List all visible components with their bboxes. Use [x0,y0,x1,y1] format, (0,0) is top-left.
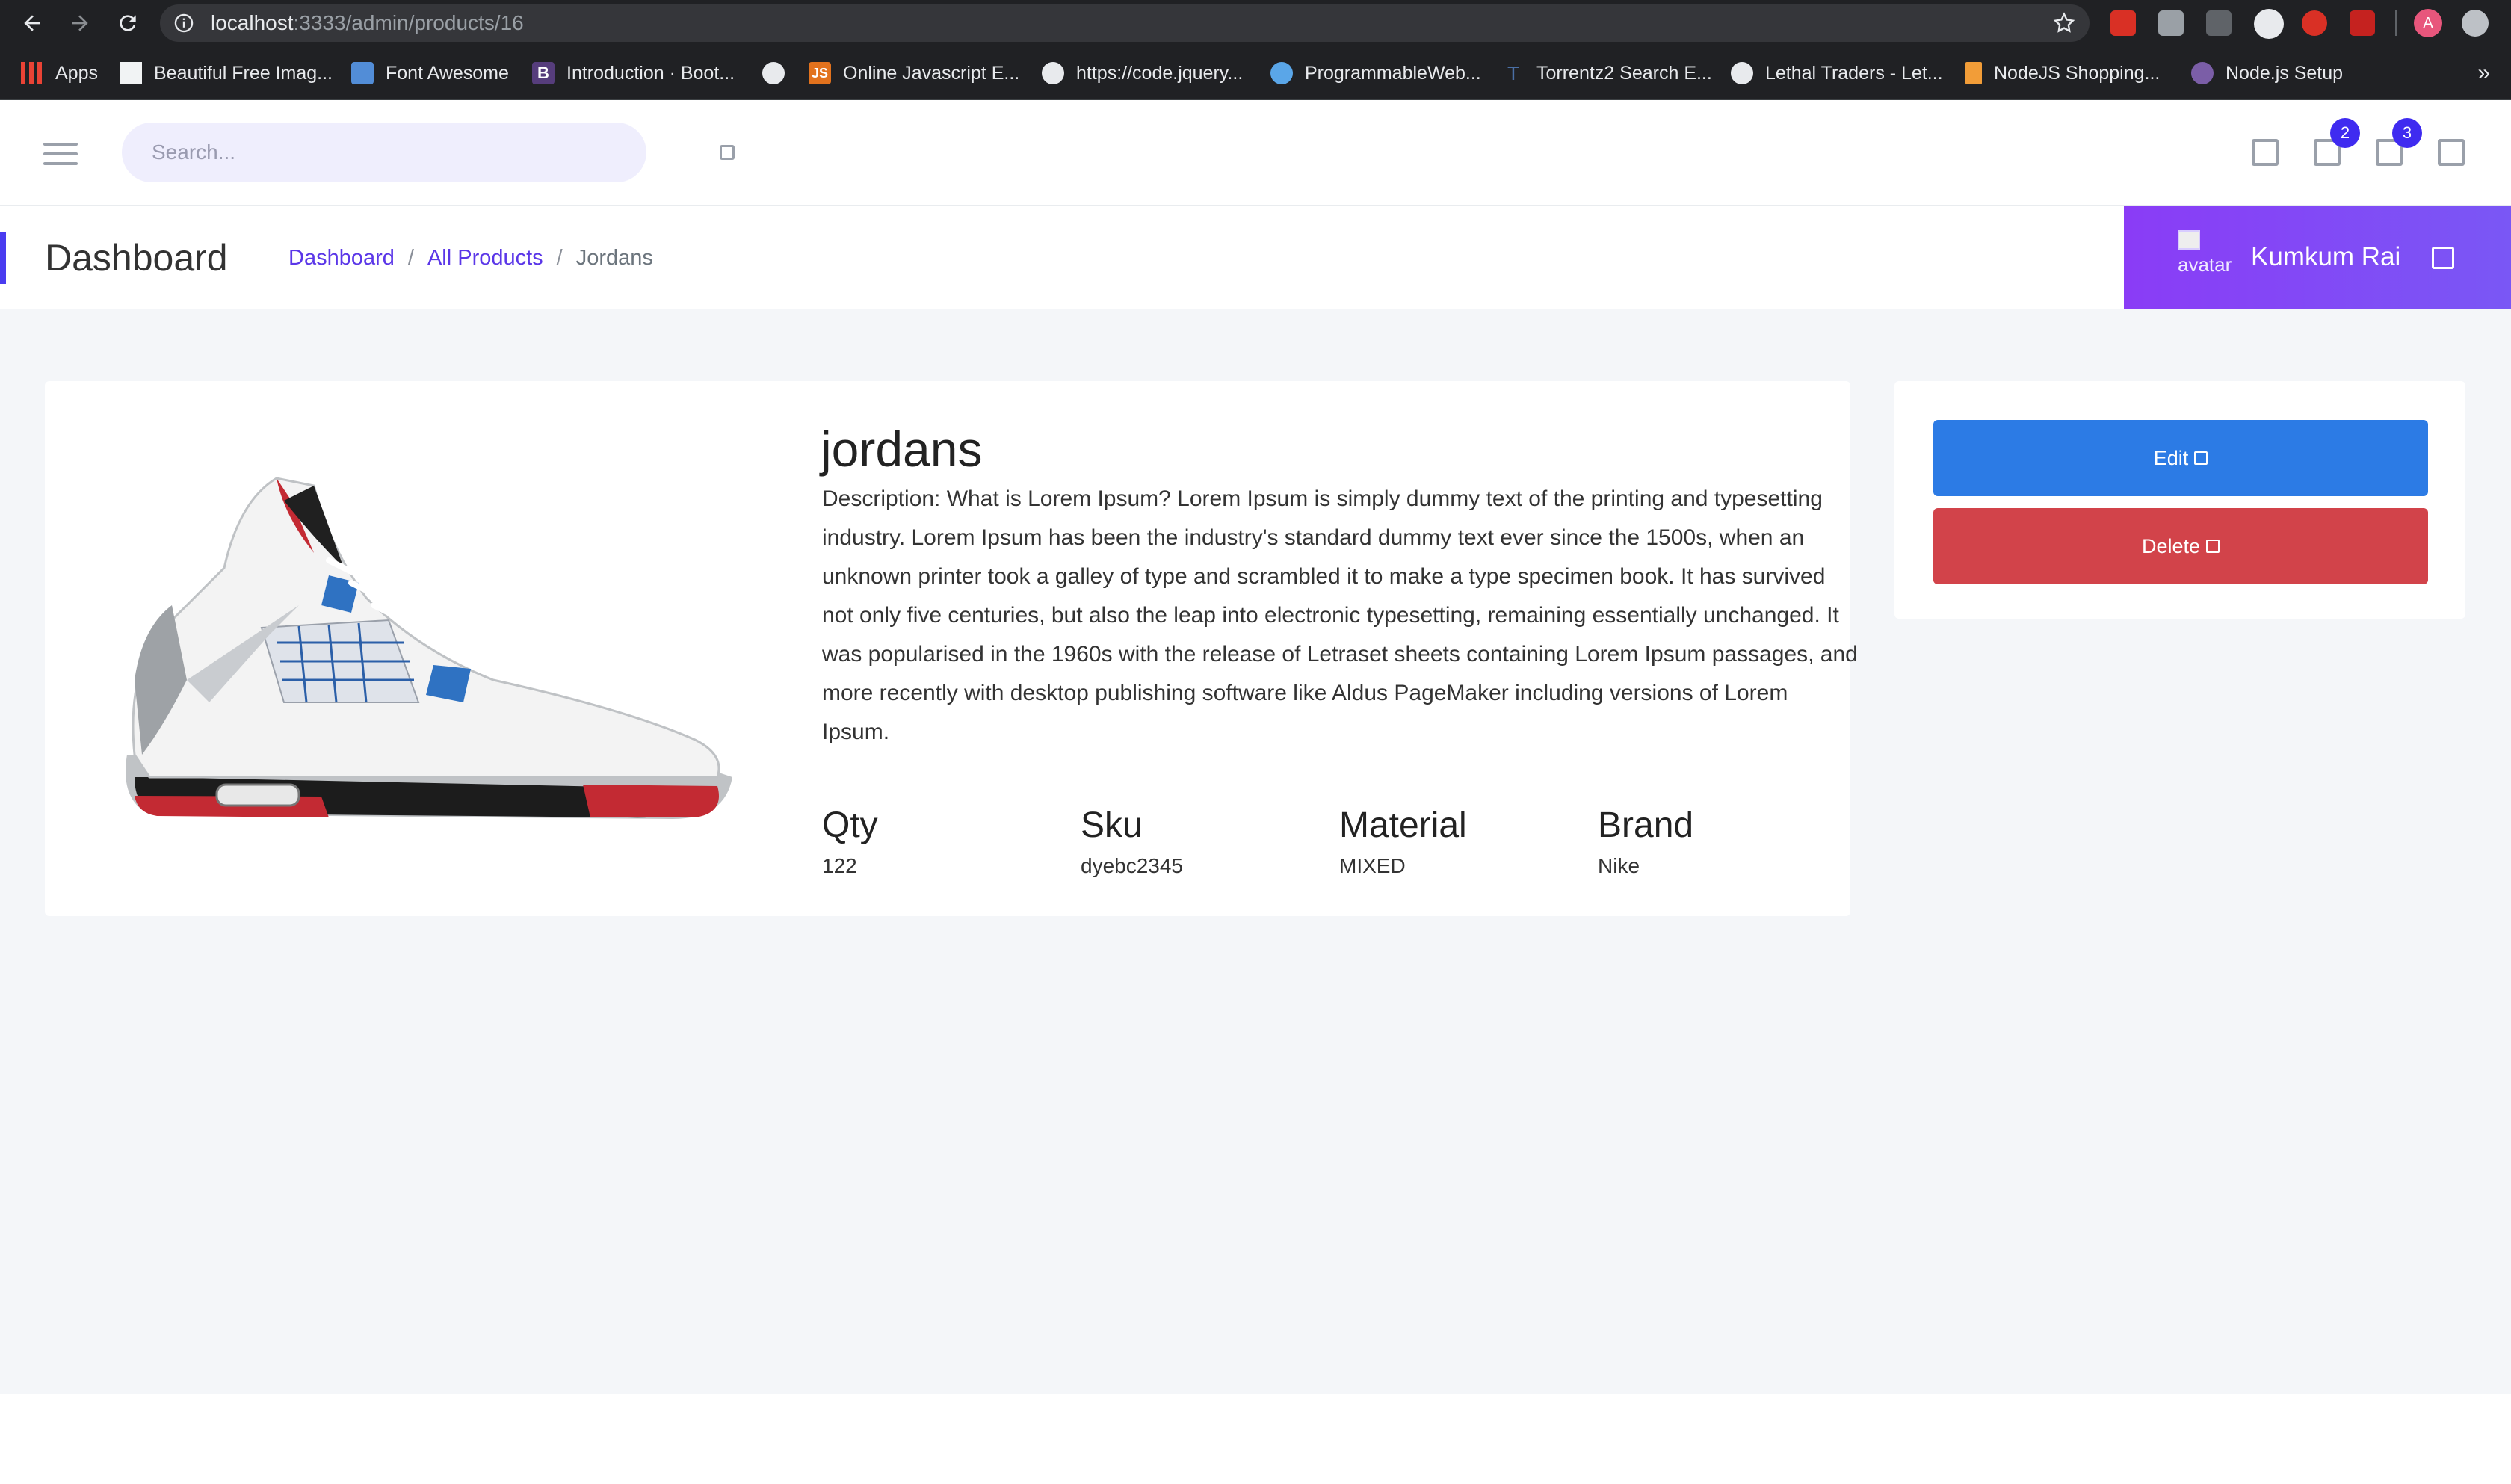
header-icon-4[interactable] [2438,139,2465,166]
breadcrumb-dashboard[interactable]: Dashboard [288,246,395,270]
user-menu[interactable]: avatar Kumkum Rai [2124,206,2511,309]
accent-bar [0,232,6,284]
bookmarks-bar: Apps Beautiful Free Imag... Font Awesome… [0,46,2511,100]
spec-qty: Qty 122 [822,800,878,880]
page-title: Dashboard [45,237,228,279]
reload-icon [120,15,136,31]
trash-icon [2206,540,2220,553]
spec-label: Sku [1081,806,1143,845]
globe-icon [762,62,785,84]
globe-icon [1042,62,1064,84]
bookmark-bootstrap[interactable]: B Introduction · Boot... [532,46,735,100]
product-description: Description: What is Lorem Ipsum? Lorem … [822,486,1858,744]
bookmark-nodejs-shopping[interactable]: NodeJS Shopping... [1965,46,2160,100]
bookmark-lethal-traders[interactable]: Lethal Traders - Let... [1731,46,1943,100]
edit-icon [2194,451,2208,465]
spec-label: Material [1339,806,1467,845]
star-icon[interactable] [2052,11,2076,35]
spec-sku: Sku dyebc2345 [1081,800,1183,880]
torrentz-icon: T [1507,62,1519,84]
gear-icon [1270,62,1293,84]
extension-icon[interactable] [2158,10,2184,36]
url-text: localhost:3333/admin/products/16 [211,11,524,34]
breadcrumb-current: Jordans [575,245,653,270]
bookmark-nodejs-setup[interactable]: Node.js Setup [2191,46,2343,100]
square-icon [2438,139,2465,166]
back-button[interactable] [16,7,48,39]
actions-card: Edit Delete [1894,381,2465,619]
header-icon-2[interactable]: 2 [2314,118,2360,166]
spec-value: MIXED [1339,854,1406,877]
app-header: 2 3 [0,100,2511,206]
product-specs: Qty 122 Sku dyebc2345 Material MIXED Bra… [822,800,1853,889]
broken-image-icon [2178,230,2200,250]
product-name: jordans [821,421,983,477]
breadcrumb: Dashboard / All Products / Jordans [288,238,653,278]
reload-button[interactable] [112,7,143,39]
bookmark-icon [1965,62,1982,84]
header-icon-3[interactable]: 3 [2376,118,2422,166]
spec-value: 122 [822,854,857,877]
bookmark-font-awesome[interactable]: Font Awesome [351,46,509,100]
spec-value: Nike [1598,854,1640,877]
calendar-icon[interactable] [2206,10,2232,36]
flower-icon [2191,62,2214,84]
bookmark-torrentz[interactable]: T Torrentz2 Search E... [1502,46,1712,100]
search-bar [122,123,735,182]
bookmark-unsplash[interactable]: Beautiful Free Imag... [120,46,333,100]
breadcrumb-all-products[interactable]: All Products [427,246,543,270]
compass-icon[interactable] [2254,9,2284,39]
arrow-left-icon [24,15,40,31]
browser-toolbar: localhost:3333/admin/products/16 A [0,0,2511,46]
puzzle-icon[interactable] [2350,10,2375,36]
search-icon[interactable] [720,145,735,160]
product-card: jordans Description: What is Lorem Ipsum… [45,381,1858,916]
breadcrumb-separator: / [407,245,414,270]
profile-avatar[interactable]: A [2414,9,2442,37]
page-subheader: Dashboard Dashboard / All Products / Jor… [0,206,2511,309]
main-content: jordans Description: What is Lorem Ipsum… [0,309,2511,1394]
spec-label: Brand [1598,806,1694,845]
spec-label: Qty [822,806,878,845]
bookmark-globe[interactable] [762,46,797,100]
unsplash-icon [120,62,142,84]
lastpass-icon[interactable] [2110,10,2136,36]
bootstrap-icon: B [532,62,555,84]
message-badge: 3 [2392,118,2422,148]
flag-icon [351,62,374,84]
spec-brand: Brand Nike [1598,800,1693,880]
menu-icon[interactable] [2462,10,2489,37]
delete-button[interactable]: Delete [1933,508,2428,584]
breadcrumb-separator: / [556,245,563,270]
bookmark-javascript[interactable]: JS Online Javascript E... [809,46,1019,100]
dropdown-icon[interactable] [2432,247,2454,269]
notification-badge: 2 [2330,118,2360,148]
globe-icon [1731,62,1753,84]
info-icon [174,13,194,33]
product-image [126,477,732,819]
bookmark-jquery[interactable]: https://code.jquery... [1042,46,1243,100]
bookmark-apps[interactable]: Apps [21,46,98,100]
square-icon [2252,139,2279,166]
adblock-icon[interactable] [2302,10,2327,36]
spec-value: dyebc2345 [1081,854,1184,877]
footer [0,1394,2511,1484]
apps-grid-icon [21,62,43,84]
avatar: avatar [2178,230,2232,288]
address-bar[interactable]: localhost:3333/admin/products/16 [160,4,2090,42]
toolbar-divider [2395,10,2397,36]
more-bookmarks-chevron-icon[interactable]: » [2477,46,2490,100]
hamburger-menu-icon[interactable] [43,143,78,165]
bookmark-programmableweb[interactable]: ProgrammableWeb... [1270,46,1481,100]
spec-material: Material MIXED [1339,800,1467,880]
edit-button[interactable]: Edit [1933,420,2428,496]
js-icon: JS [809,62,831,84]
arrow-right-icon [72,15,88,31]
header-icon-1[interactable] [2252,139,2279,166]
search-input[interactable] [152,123,570,182]
user-name: Kumkum Rai [2251,242,2401,271]
forward-button[interactable] [64,7,96,39]
